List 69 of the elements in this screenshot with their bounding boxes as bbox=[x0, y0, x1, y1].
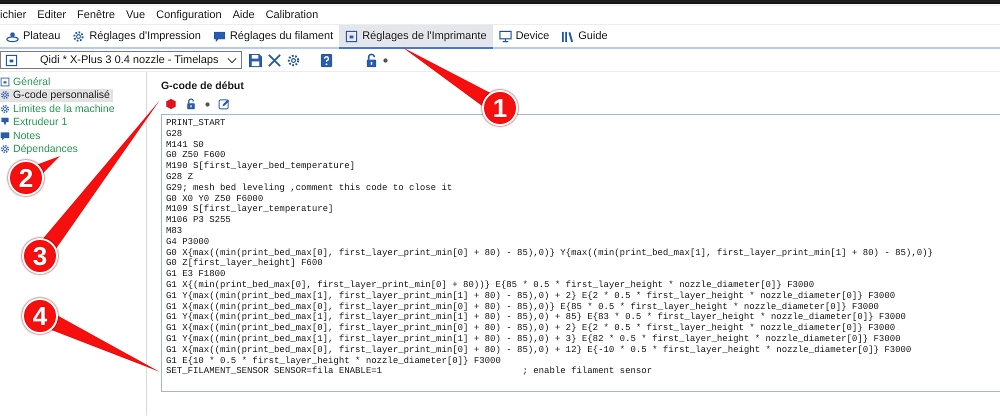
menu-item[interactable]: ichier bbox=[0, 9, 26, 21]
code-line: G1 E3 F1800 bbox=[166, 269, 226, 280]
code-line: G0 Z50 F600 bbox=[166, 150, 226, 162]
tab[interactable]: Réglages d'Impression bbox=[66, 25, 207, 47]
code-line: G1 X{max((min(print_bed_max[0], first_layer_print_min[0] + 80) - 85),0) + 2} E{2 * 0.5 * first_layer_height * nozzle_diameter[0]} F3000 bbox=[166, 323, 896, 334]
lock-icon[interactable] bbox=[185, 98, 197, 110]
gear-icon bbox=[0, 90, 10, 100]
code-line: G28 Z bbox=[166, 172, 194, 183]
menu-item[interactable]: Aide bbox=[232, 9, 255, 21]
help-icon[interactable] bbox=[319, 52, 334, 68]
tab[interactable]: Device bbox=[492, 25, 556, 47]
code-line: G1 Y{max((min(print_bed_max[1], first_layer_print_min[1] + 80) - 85),0) + 3} E{82 * 0.5 * first_layer_height * nozzle_diameter[0]} F3000 bbox=[166, 334, 901, 345]
speech-bubble-icon bbox=[212, 30, 226, 42]
plate-icon bbox=[6, 30, 19, 42]
settings-icon[interactable] bbox=[286, 52, 301, 68]
menu-item[interactable]: Editer bbox=[37, 9, 66, 21]
edit-icon[interactable] bbox=[218, 98, 230, 110]
code-line: M83 bbox=[166, 226, 182, 237]
callout-number: 2 bbox=[8, 160, 44, 196]
sidebar-item[interactable]: G-code personnalisé bbox=[0, 88, 113, 102]
code-line: SET_FILAMENT_SENSOR SENSOR=fila ENABLE=1 ; enable filament sensor bbox=[166, 366, 652, 378]
save-icon[interactable] bbox=[248, 52, 263, 68]
close-icon[interactable] bbox=[267, 52, 282, 68]
code-line: G1 X{max((min(print_bed_max[0], first_layer_print_min[0] + 80) - 85),0)} E{85 * 0.5 * first_layer_height * nozzle_diameter[0]} F3000 bbox=[166, 302, 879, 312]
gear-icon bbox=[0, 104, 10, 114]
printer-icon bbox=[0, 76, 10, 87]
callout-number: 3 bbox=[22, 238, 58, 274]
code-line: G1 Y{max((min(print_bed_max[1], first_layer_print_min[1] + 80) - 85),0) + 85} E{83 * 0.5 * first_layer_height * nozzle_diameter[0]} F3000 bbox=[166, 312, 906, 324]
gear-icon bbox=[0, 144, 10, 154]
code-line: G29; mesh bed leveling ,comment this code to close it bbox=[166, 182, 452, 194]
code-line: G1 X{max((min(print_bed_max[0], first_layer_print_min[0] + 80) - 85),0) + 12} E{-10 * 0.5 * first_layer_height * nozzle_diameter[0]} F3000 bbox=[166, 344, 912, 356]
code-line: G1 Y{max((min(print_bed_max[1], first_layer_print_min[1] + 80) - 85),0) + 2} E{2 * 0.5 * first_layer_height * nozzle_diameter[0]} F3000 bbox=[166, 290, 896, 302]
menu-item[interactable]: Calibration bbox=[266, 9, 318, 21]
nozzle-icon bbox=[0, 117, 10, 128]
tab[interactable]: Réglages du filament bbox=[206, 25, 340, 47]
code-line: G1 X{(min(print_bed_max[0], first_layer_print_min[0] + 80))} E{85 * 0.5 * first_layer_height * nozzle_diameter[0]} F3000 bbox=[166, 280, 814, 291]
preset-dropdown[interactable]: Qidi * X-Plus 3 0.4 nozzle - Timelaps bbox=[0, 51, 242, 69]
chevron-icon bbox=[227, 56, 237, 64]
gear-icon bbox=[72, 30, 86, 42]
code-line: G4 P3000 bbox=[166, 236, 210, 248]
tab[interactable]: Guide bbox=[555, 25, 614, 47]
menu-item[interactable]: Fenêtre bbox=[77, 9, 115, 21]
code-line: M109 S[first_layer_temperature] bbox=[166, 204, 334, 216]
tab[interactable]: Réglages de l'Imprimante bbox=[339, 25, 493, 49]
printer-icon bbox=[5, 54, 18, 66]
callout-number: 1 bbox=[482, 90, 518, 126]
section-title: G-code de début bbox=[161, 80, 245, 94]
code-line: M106 P3 S255 bbox=[166, 215, 231, 226]
menu-item[interactable]: Configuration bbox=[156, 9, 222, 21]
code-line: G0 Z[first_layer_height] F600 bbox=[166, 258, 323, 270]
tab[interactable]: Plateau bbox=[0, 25, 66, 47]
code-line: M141 S0 bbox=[166, 140, 204, 150]
dot-icon bbox=[205, 102, 210, 106]
preset-value: Qidi * X-Plus 3 0.4 nozzle - Timelaps bbox=[39, 54, 220, 66]
speech-bubble-icon bbox=[0, 130, 10, 141]
printer-icon bbox=[345, 30, 358, 42]
lock-icon[interactable] bbox=[364, 52, 379, 68]
books-icon bbox=[561, 30, 574, 42]
code-line: G28 bbox=[166, 128, 182, 140]
code-line: G1 E{10 * 0.5 * first_layer_height * nozzle_diameter[0]} F3000 bbox=[166, 356, 501, 366]
code-line: G0 X{max((min(print_bed_max[0], first_layer_print_min[0] + 80) - 85),0)} Y{max((min(print_bed_max[1], first_layer_print_min[1] + 80) - 85),0)} bbox=[166, 248, 933, 258]
code-line: PRINT_START bbox=[166, 118, 226, 129]
menu-item[interactable]: Vue bbox=[126, 9, 146, 21]
dot-icon bbox=[383, 58, 388, 62]
code-line: G0 X0 Y0 Z50 F6000 bbox=[166, 194, 264, 204]
hexagon-icon bbox=[165, 98, 177, 110]
monitor-icon bbox=[498, 30, 512, 42]
callout-number: 4 bbox=[22, 298, 58, 334]
code-line: M190 S[first_layer_bed_temperature] bbox=[166, 161, 356, 172]
